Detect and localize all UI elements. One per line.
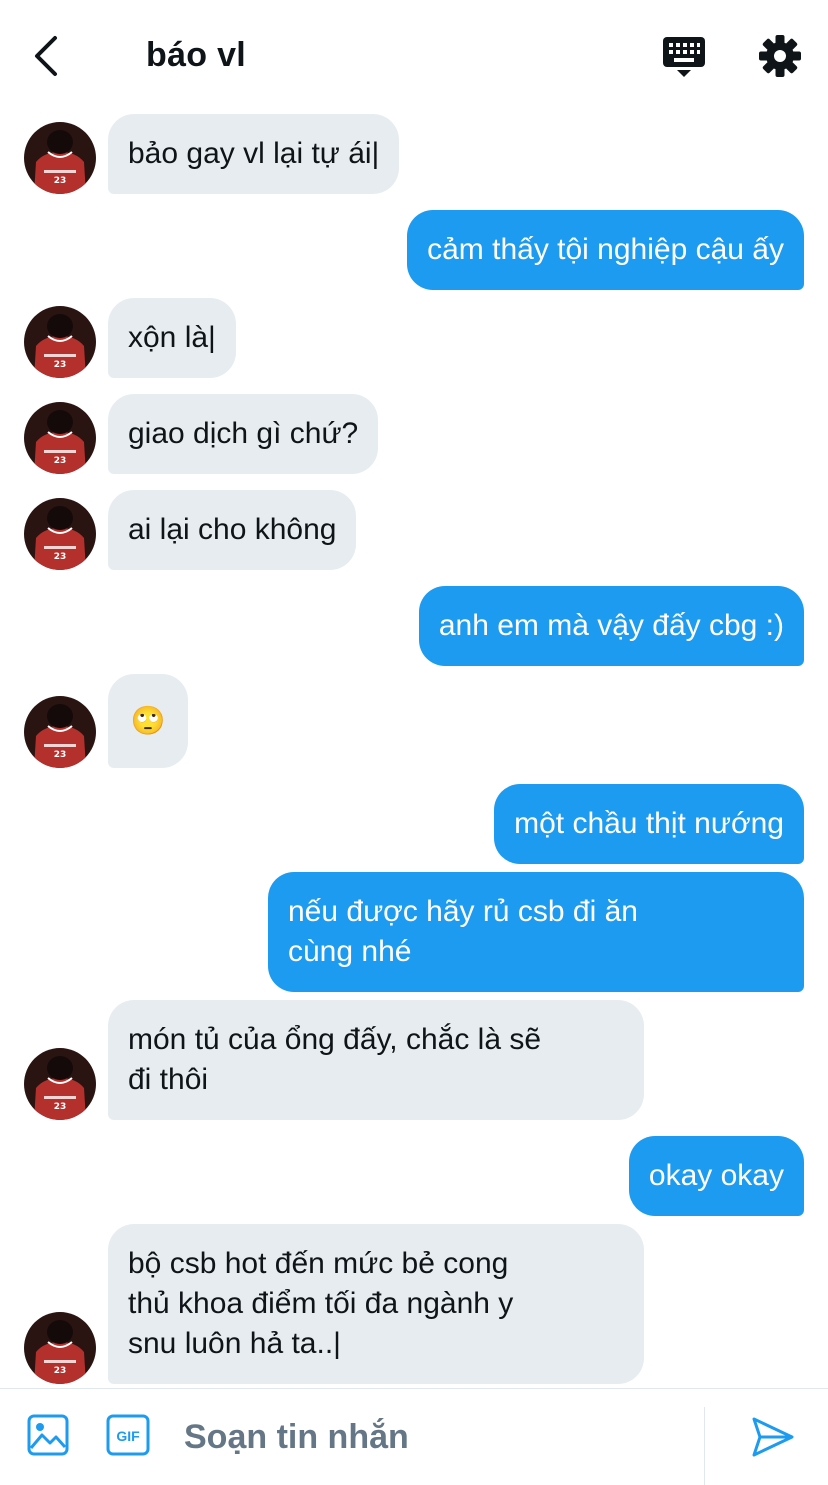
avatar[interactable]: 23 [24,402,96,474]
message-thread: 23 bảo gay vl lại tự ái| cảm thấy tội ng… [0,0,828,1388]
avatar[interactable]: 23 [24,696,96,768]
svg-text:23: 23 [54,360,67,370]
jersey-avatar-image: 23 [24,122,96,194]
svg-text:23: 23 [54,456,67,466]
avatar[interactable]: 23 [24,498,96,570]
message-bubble-outgoing[interactable]: một chầu thịt nướng [494,784,804,864]
message-bubble-outgoing[interactable]: cảm thấy tội nghiệp cậu ấy [407,210,804,290]
svg-text:23: 23 [54,750,67,760]
message-bubble-incoming[interactable]: giao dịch gì chứ? [108,394,379,474]
jersey-avatar-image: 23 [24,498,96,570]
gif-label: GIF [116,1428,140,1444]
jersey-avatar-image: 23 [24,306,96,378]
send-button[interactable] [748,1413,796,1461]
svg-text:23: 23 [54,552,67,562]
message-bubble-incoming[interactable]: ai lại cho không [108,490,357,570]
image-icon [27,1414,69,1456]
gif-icon: GIF [106,1414,150,1456]
add-gif-button[interactable]: GIF [105,1413,151,1457]
message-bubble-outgoing[interactable]: okay okay [628,1136,804,1216]
avatar[interactable]: 23 [24,1312,96,1384]
svg-text:23: 23 [54,1102,67,1112]
message-bubble-incoming[interactable]: bộ csb hot đến mức bẻ cong thủ khoa điểm… [108,1224,644,1384]
composer-divider [704,1407,705,1485]
message-bubble-outgoing[interactable]: anh em mà vậy đấy cbg :) [418,586,804,666]
send-icon [752,1417,794,1457]
svg-text:23: 23 [54,1366,67,1376]
add-image-button[interactable] [26,1413,70,1457]
jersey-avatar-image: 23 [24,402,96,474]
jersey-avatar-image: 23 [24,1048,96,1120]
message-input[interactable] [184,1413,684,1461]
jersey-avatar-image: 23 [24,1312,96,1384]
avatar[interactable]: 23 [24,306,96,378]
message-bubble-incoming[interactable]: bảo gay vl lại tự ái| [108,114,400,194]
message-bubble-incoming[interactable]: món tủ của ổng đấy, chắc là sẽ đi thôi [108,1000,644,1120]
message-bubble-outgoing[interactable]: nếu được hãy rủ csb đi ăn cùng nhé [268,872,804,992]
jersey-avatar-image: 23 [24,696,96,768]
avatar[interactable]: 23 [24,122,96,194]
message-bubble-incoming[interactable]: xộn là| [108,298,236,378]
message-composer: GIF [0,1388,828,1485]
emoji-message-bubble[interactable]: 🙄 [108,674,188,768]
avatar[interactable]: 23 [24,1048,96,1120]
svg-text:23: 23 [54,176,67,186]
